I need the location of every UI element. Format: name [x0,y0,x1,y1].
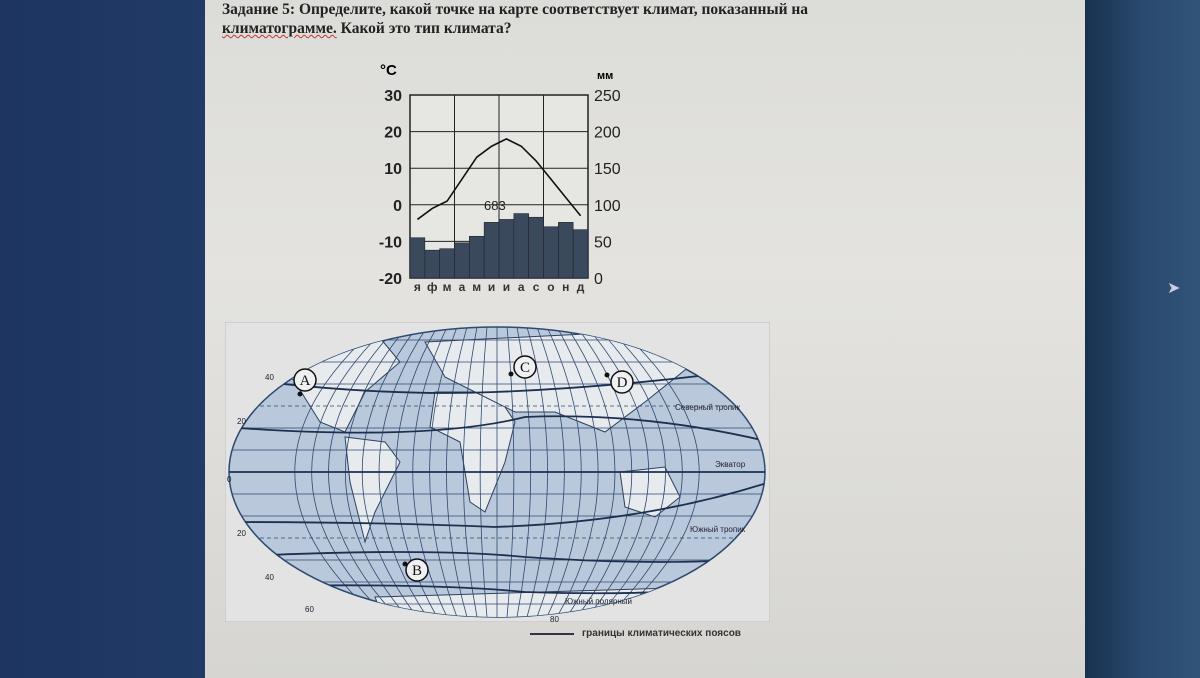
precip-bar [454,242,470,279]
precip-bar [543,226,559,279]
precip-unit-label: мм [597,70,613,82]
label-equator: Экватор [715,460,746,469]
month-label: д [577,280,585,294]
month-label: ф [427,280,438,294]
month-label: н [562,280,569,294]
precip-bar [558,222,574,279]
world-map: Северный тропик Экватор Южный тропик Южн… [225,322,770,622]
precip-tick: 0 [594,271,603,288]
label-north-tropic: Северный тропик [675,403,741,412]
label-lat-20: 20 [237,417,246,426]
task-text: Задание 5: Определите, какой точке на ка… [222,0,1000,38]
precip-bar [409,237,426,279]
temp-tick: -20 [379,271,402,288]
temp-unit-label: °С [380,62,397,79]
precip-bar [483,222,500,279]
label-lat-40-south: 40 [265,573,274,582]
precip-bar [424,249,440,279]
precip-bar [513,213,529,279]
temp-tick: 0 [393,198,402,215]
temp-tick: 10 [384,161,402,178]
precip-tick: 100 [594,198,621,215]
precip-bar [498,219,515,279]
svg-text:A: A [300,373,311,389]
label-lat-0: 0 [227,475,232,484]
label-lat-40: 40 [265,373,274,382]
precip-tick: 250 [594,88,621,105]
month-label: и [488,280,495,294]
month-label: а [518,280,525,294]
month-label: м [443,280,452,294]
label-lat-60: 60 [305,605,314,614]
precip-tick: 200 [594,125,621,142]
label-south-tropic: Южный тропик [690,525,746,534]
precip-bar [572,229,589,279]
climatogram: °С мм 30 25020 20010 1500 100-10 50-20 0я ф м а м и… [379,62,621,294]
monitor-bezel [1085,0,1200,678]
precip-tick: 150 [594,161,621,178]
task-question: Какой это тип климата? [340,20,512,37]
precip-tick: 50 [594,234,612,251]
month-label: с [533,280,540,294]
task-sentence-2: климатограмме. [222,20,337,37]
month-label: и [503,280,510,294]
precip-bar [528,216,544,279]
point-marker [402,561,408,567]
point-marker [508,371,514,377]
month-label: а [459,280,466,294]
svg-text:D: D [617,375,628,391]
task-sentence: Определите, какой точке на карте соответ… [298,1,809,18]
label-lat-80: 80 [550,615,559,622]
precip-bar [469,235,485,279]
month-label: о [547,280,554,294]
point-marker [604,372,610,378]
map-legend: границы климатических поясов [530,628,741,639]
task-label: Задание 5: [222,1,296,18]
month-label: м [472,280,481,294]
svg-text:B: B [412,563,422,579]
legend-text: границы климатических поясов [582,628,741,639]
precip-bar [439,248,455,279]
temp-tick: -10 [379,234,402,251]
temp-tick: 30 [384,88,402,105]
point-marker [297,391,303,397]
svg-text:C: C [520,360,530,376]
month-label: я [414,280,421,294]
temp-tick: 20 [384,125,402,142]
mouse-cursor-icon: ➤ [1167,280,1181,297]
annual-precip-label: 683 [484,198,506,213]
label-south-polar: Южный полярный [565,597,632,606]
legend-line-swatch [530,632,574,635]
label-lat-20-south: 20 [237,529,246,538]
